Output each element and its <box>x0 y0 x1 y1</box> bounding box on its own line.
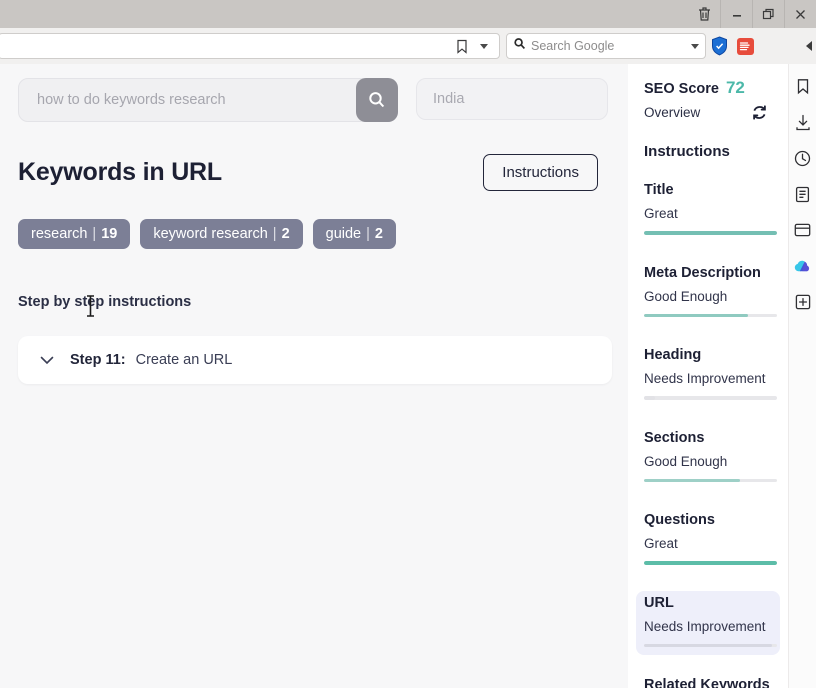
seo-item-name: Questions <box>644 512 715 528</box>
main-content: Keywords in URL Instructions research | … <box>0 64 628 688</box>
address-bar[interactable] <box>0 33 500 59</box>
seo-item-status: Great <box>644 206 678 221</box>
seo-overview-row: Overview <box>636 104 780 121</box>
keyword-search-wrapper <box>18 78 398 122</box>
browser-window: Search Google how to do keywords researc… <box>0 0 816 688</box>
seo-item-progress <box>644 313 777 317</box>
seo-item-progress <box>644 396 777 400</box>
seo-item-url[interactable]: URL Needs Improvement <box>636 590 780 655</box>
seo-item-progress <box>644 478 777 482</box>
close-button[interactable] <box>784 0 816 28</box>
history-clock-icon[interactable] <box>793 148 813 168</box>
browser-toolbar: Search Google <box>0 28 816 64</box>
seo-item-meta-description[interactable]: Meta Description Good Enough <box>636 261 780 326</box>
search-placeholder: Search Google <box>531 39 615 53</box>
bookmark-icon[interactable] <box>793 76 813 96</box>
keyword-chip[interactable]: research | 19 <box>18 219 131 249</box>
keyword-chip[interactable]: guide | 2 <box>312 219 396 249</box>
step-text: Create an URL <box>135 352 233 368</box>
seo-instructions-heading: Instructions <box>644 143 730 160</box>
chip-separator: | <box>366 226 370 242</box>
keyword-search-input[interactable] <box>18 78 398 122</box>
step-label: Step 11: <box>70 352 126 368</box>
seo-item-name: URL <box>644 594 674 611</box>
chip-term: research <box>31 226 88 242</box>
add-panel-icon[interactable] <box>793 292 813 312</box>
seo-item-name: Sections <box>644 429 705 446</box>
seo-item-status: Needs Improvement <box>644 618 766 634</box>
refresh-icon[interactable] <box>751 104 768 121</box>
seo-item-title[interactable]: Title Great <box>636 178 780 243</box>
seo-item-progress <box>644 643 777 647</box>
shield-extension-icon[interactable] <box>706 31 732 61</box>
location-input[interactable] <box>416 78 608 120</box>
stacked-layers-extension-icon[interactable] <box>732 31 758 61</box>
cloud-sync-icon[interactable] <box>793 256 813 276</box>
seo-item-progress <box>644 561 777 565</box>
keyword-chip-list: research | 19 keyword research | 2 guide… <box>18 219 610 249</box>
seo-panel: SEO Score 72 Overview Instructions Title… <box>628 64 788 688</box>
seo-item-status: Needs Improvement <box>644 371 766 386</box>
toolbar-tail <box>758 41 816 51</box>
chip-count: 2 <box>281 226 290 242</box>
seo-item-name: Title <box>644 182 674 198</box>
collapse-left-icon[interactable] <box>806 41 812 51</box>
seo-item-name: Heading <box>644 347 702 363</box>
title-row: Keywords in URL Instructions <box>18 154 610 191</box>
search-button[interactable] <box>356 78 398 122</box>
seo-item-heading[interactable]: Heading Needs Improvement <box>636 343 780 408</box>
minimize-button[interactable] <box>720 0 752 28</box>
chip-term: keyword research <box>153 226 268 242</box>
overview-label[interactable]: Overview <box>644 105 700 120</box>
chip-separator: | <box>272 226 277 242</box>
trash-icon[interactable] <box>688 0 720 28</box>
chip-count: 2 <box>374 226 383 242</box>
bookmark-icon[interactable] <box>451 35 473 57</box>
google-search-icon <box>513 37 527 56</box>
download-icon[interactable] <box>793 112 813 132</box>
search-row <box>18 78 610 122</box>
search-engine-dropdown-icon[interactable] <box>691 43 699 49</box>
seo-item-questions[interactable]: Questions Great <box>636 508 780 573</box>
wallet-card-icon[interactable] <box>793 220 813 240</box>
seo-item-related-keywords[interactable]: Related Keywords Needs Improvement <box>636 673 780 688</box>
address-dropdown-icon[interactable] <box>473 35 495 57</box>
seo-item-status: Good Enough <box>644 288 728 304</box>
page-title: Keywords in URL <box>18 158 222 186</box>
document-icon[interactable] <box>793 184 813 204</box>
seo-item-name: Related Keywords <box>644 677 770 688</box>
seo-item-progress <box>644 231 777 235</box>
seo-item-status: Good Enough <box>644 453 728 469</box>
browser-side-rail <box>788 64 816 688</box>
instructions-button[interactable]: Instructions <box>483 154 598 191</box>
chip-count: 19 <box>101 226 118 242</box>
seo-item-status: Great <box>644 536 678 551</box>
search-input[interactable]: Search Google <box>506 33 706 59</box>
chip-separator: | <box>92 226 97 242</box>
seo-score-value: 72 <box>725 78 745 97</box>
maximize-button[interactable] <box>752 0 784 28</box>
seo-item-name: Meta Description <box>644 264 761 281</box>
window-titlebar <box>0 0 816 28</box>
seo-item-sections[interactable]: Sections Good Enough <box>636 426 780 491</box>
keyword-chip[interactable]: keyword research | 2 <box>140 219 303 249</box>
seo-score-label: SEO Score <box>644 81 719 97</box>
step-row[interactable]: Step 11: Create an URL <box>18 336 612 384</box>
page-body: Keywords in URL Instructions research | … <box>0 64 816 688</box>
chip-term: guide <box>325 226 362 242</box>
seo-score: SEO Score 72 <box>636 78 780 98</box>
chevron-down-icon[interactable] <box>38 351 56 369</box>
steps-heading: Step by step instructions <box>18 294 192 310</box>
